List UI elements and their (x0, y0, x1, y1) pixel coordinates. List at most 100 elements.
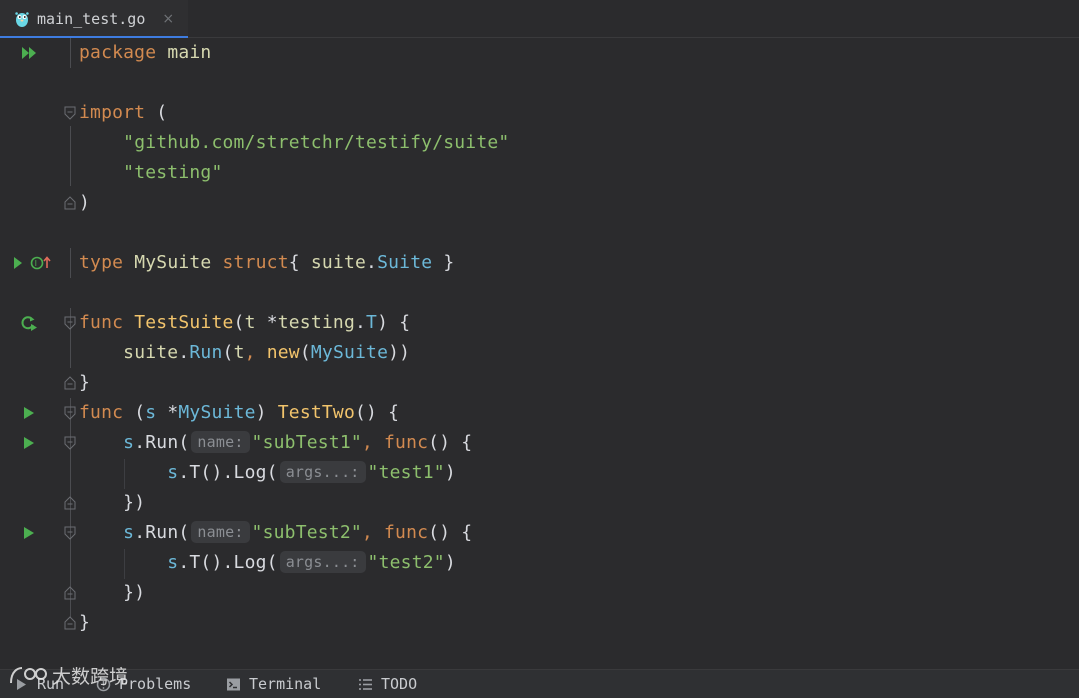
type-ref: MySuite (178, 402, 256, 423)
problems-tool-label: Problems (119, 675, 192, 693)
run-test-icon[interactable] (20, 405, 38, 421)
package-name: main (167, 42, 212, 63)
dot: . (366, 252, 378, 273)
pointer: * (266, 312, 278, 333)
terminal-tool-label: Terminal (249, 675, 322, 693)
receiver: s (167, 552, 179, 573)
param-hint: args...: (279, 461, 366, 483)
pointer: * (167, 402, 179, 423)
method-call: .Run( (134, 432, 190, 453)
punct: }) (123, 582, 146, 603)
keyword: func (384, 522, 429, 543)
method-call: .T().Log( (178, 552, 278, 573)
run-and-implementation-icon[interactable]: I (12, 255, 52, 271)
tab-main-test-go[interactable]: main_test.go × (0, 0, 188, 39)
package-ref: suite (123, 342, 179, 363)
watermark-logo-icon (10, 666, 47, 683)
type-ref: Suite (377, 252, 433, 273)
comma: , (244, 342, 256, 363)
dot: . (178, 342, 190, 363)
paren: ( (156, 102, 168, 123)
code-line-11: suite.Run(t, new(MySuite)) (0, 338, 1079, 368)
rerun-test-icon[interactable] (20, 315, 38, 331)
punct: () { (428, 522, 473, 543)
param-hint: args...: (279, 551, 366, 573)
fold-end-icon[interactable] (64, 586, 76, 600)
method-name: TestTwo (277, 402, 356, 423)
brace: } (79, 372, 91, 393)
fold-icon[interactable] (64, 106, 76, 120)
paren: ) (444, 462, 456, 483)
paren: ( (222, 342, 234, 363)
fold-end-icon[interactable] (64, 496, 76, 510)
paren: ( (299, 342, 311, 363)
fold-icon[interactable] (64, 526, 76, 540)
code-line-6: ) (0, 188, 1079, 218)
terminal-icon (227, 678, 240, 690)
string-literal: "subTest2" (251, 522, 362, 543)
import-path: "testing" (123, 162, 223, 183)
fold-icon[interactable] (64, 316, 76, 330)
todo-tool-button[interactable]: TODO (358, 675, 417, 693)
param-name: t (244, 312, 256, 333)
code-line-5: "testing" (0, 158, 1079, 188)
param-hint: name: (191, 521, 250, 543)
code-line-13: func (s *MySuite) TestTwo() { (0, 398, 1079, 428)
run-subtest-icon[interactable] (20, 435, 38, 451)
brace: { (388, 402, 400, 423)
receiver: s (123, 522, 135, 543)
punct: }) (123, 492, 146, 513)
brace: } (443, 252, 455, 273)
terminal-tool-button[interactable]: Terminal (226, 675, 321, 693)
builtin-new: new (266, 342, 300, 363)
receiver: s (123, 432, 135, 453)
string-literal: "subTest1" (251, 432, 362, 453)
fold-end-icon[interactable] (64, 376, 76, 390)
close-icon[interactable]: × (162, 11, 174, 27)
code-line-3: import ( (0, 98, 1079, 128)
code-editor[interactable]: package main import ( "github.com/stretc… (0, 38, 1079, 635)
fold-icon[interactable] (64, 436, 76, 450)
type-ref: T (366, 312, 378, 333)
import-path: "github.com/stretchr/testify/suite" (123, 132, 510, 153)
comma: , (361, 432, 373, 453)
fold-end-icon[interactable] (64, 196, 76, 210)
fold-end-icon[interactable] (64, 616, 76, 630)
code-line-4: "github.com/stretchr/testify/suite" (0, 128, 1079, 158)
paren: ( (134, 402, 146, 423)
gopher-icon (15, 12, 29, 27)
method-call: .T().Log( (178, 462, 278, 483)
keyword: struct (222, 252, 289, 273)
paren: ) (79, 192, 91, 213)
keyword: type (79, 252, 124, 273)
code-line-8: I type MySuite struct{ suite.Suite } (0, 248, 1079, 278)
paren: ( (233, 312, 245, 333)
keyword: func (384, 432, 429, 453)
method-call: .Run( (134, 522, 190, 543)
paren: ) (377, 312, 389, 333)
brace: { (288, 252, 300, 273)
keyword: func (79, 402, 124, 423)
svg-text:I: I (35, 259, 37, 268)
fold-icon[interactable] (64, 406, 76, 420)
receiver: s (145, 402, 157, 423)
receiver: s (167, 462, 179, 483)
run-all-icon[interactable] (20, 45, 38, 61)
editor-tab-bar: main_test.go × (0, 0, 1079, 39)
todo-tool-label: TODO (381, 675, 418, 693)
tool-window-bar: Run Problems Terminal TODO (0, 669, 1079, 698)
code-line-14: s.Run(name: "subTest1", func() { (0, 428, 1079, 458)
parens: () (355, 402, 378, 423)
arg: t (233, 342, 245, 363)
keyword: import (79, 102, 146, 123)
brace: { (399, 312, 411, 333)
brace: } (79, 612, 91, 633)
run-subtest-icon[interactable] (20, 525, 38, 541)
code-line-15: s.T().Log(args...: "test1") (0, 458, 1079, 488)
watermark-text: 大数跨境 (52, 666, 129, 688)
param-hint: name: (191, 431, 250, 453)
code-line-19: }) (0, 578, 1079, 608)
punct: () { (428, 432, 473, 453)
code-line-17: s.Run(name: "subTest2", func() { (0, 518, 1079, 548)
code-line-16: }) (0, 488, 1079, 518)
